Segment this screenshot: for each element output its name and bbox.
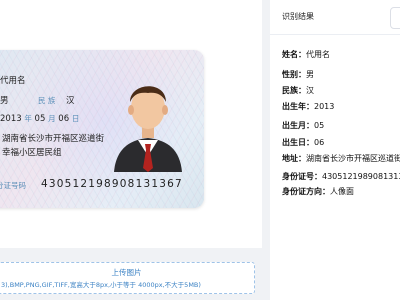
- upload-dropzone[interactable]: 上传图片 3),BMP,PNG,GIF,TIFF,宽高大于8px,小于等于 40…: [0, 262, 255, 294]
- copy-button[interactable]: [390, 7, 400, 29]
- id-card-image: 代用名 男 民 族 汉 2013 年 05 月 06 日 湖南省长沙市开福区巡道…: [0, 50, 204, 208]
- recognition-result-panel: 识别结果 姓名：代用名 性别：男 民族：汉 出生年：2013 出生月：05 出生…: [270, 0, 400, 300]
- result-row-name: 姓名：代用名: [282, 50, 330, 59]
- image-preview-panel: 代用名 男 民 族 汉 2013 年 05 月 06 日 湖南省长沙市开福区巡道…: [0, 0, 262, 248]
- result-header: 识别结果: [270, 0, 400, 35]
- card-birth-day: 06: [58, 114, 70, 124]
- portrait-photo: [114, 86, 182, 172]
- card-name: 代用名: [0, 76, 26, 86]
- card-nation-label: 民 族: [38, 96, 56, 105]
- card-year-label: 年: [24, 114, 32, 123]
- card-birth-row: 2013 年 05 月 06 日: [0, 113, 79, 124]
- card-nation: 汉: [66, 96, 75, 106]
- card-address-line1: 湖南省长沙市开福区巡道街: [2, 134, 105, 144]
- upload-image-link[interactable]: 上传图片: [0, 267, 254, 278]
- result-row-address: 地址：湖南省长沙市开福区巡道街: [282, 154, 400, 163]
- result-row-birth-month: 出生月：05: [282, 121, 325, 130]
- result-title: 识别结果: [282, 12, 314, 21]
- card-gender: 男: [0, 96, 9, 106]
- card-id-label: 分证号码: [0, 181, 26, 190]
- result-row-orientation: 身份证方向：人像面: [282, 187, 354, 196]
- result-row-birth-day: 出生日：06: [282, 138, 325, 147]
- result-row-birth-year: 出生年：2013: [282, 102, 335, 111]
- result-row-nation: 民族：汉: [282, 86, 314, 95]
- result-row-gender: 性别：男: [282, 70, 314, 79]
- card-day-label: 日: [71, 114, 80, 123]
- result-row-id-number: 身份证号：430512198908131367: [282, 172, 400, 181]
- card-month-label: 月: [48, 114, 56, 123]
- card-name-row: 代用名: [0, 74, 26, 86]
- upload-format-hint: 3),BMP,PNG,GIF,TIFF,宽高大于8px,小于等于 4000px,…: [1, 281, 201, 289]
- card-birth-month: 05: [34, 114, 46, 124]
- card-birth-year: 2013: [0, 114, 22, 124]
- card-id-number: 430512198908131367: [41, 178, 183, 190]
- card-address-line2: 幸福小区居民组: [2, 148, 62, 158]
